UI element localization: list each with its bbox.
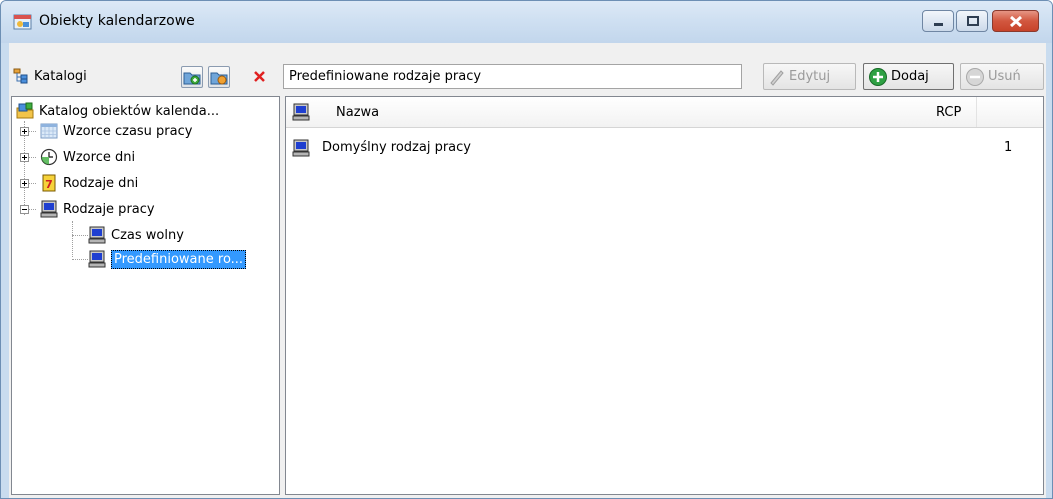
expand-toggle[interactable]: [20, 153, 29, 162]
computer-icon: [40, 200, 58, 218]
window-title: Obiekty kalendarzowe: [39, 13, 195, 29]
tree-item-predefined-work-types[interactable]: Predefiniowane ro...: [88, 249, 247, 269]
tree-item-work-types[interactable]: Rodzaje pracy: [40, 199, 155, 219]
row-rcp: 1: [1004, 140, 1013, 155]
add-folder-icon: [183, 72, 201, 85]
tree-item-label: Wzorce dni: [63, 149, 136, 165]
edit-folder-icon: [210, 72, 228, 85]
collapse-toggle[interactable]: [20, 205, 29, 214]
svg-text:7: 7: [45, 178, 53, 191]
column-divider[interactable]: [976, 97, 977, 127]
column-header-rcp[interactable]: RCP: [936, 105, 961, 120]
computer-icon: [292, 139, 310, 157]
tree-item-day-types[interactable]: 7 Rodzaje dni: [40, 173, 138, 193]
delete-x-icon: [254, 71, 265, 82]
expand-toggle[interactable]: [20, 127, 29, 136]
clock-icon: [40, 148, 58, 166]
minimize-button[interactable]: [922, 10, 954, 32]
edit-button-label: Edytuj: [789, 69, 831, 84]
edit-folder-button[interactable]: [208, 66, 230, 88]
tree-item-day-patterns[interactable]: Wzorce dni: [40, 147, 135, 167]
delete-button-label: Usuń: [988, 69, 1021, 84]
add-plus-icon: [869, 67, 887, 86]
catalog-folder-icon: [16, 102, 34, 119]
remove-minus-icon: [966, 67, 984, 86]
calendar-grid-icon: [40, 123, 58, 139]
edit-button[interactable]: Edytuj: [763, 63, 856, 90]
close-button[interactable]: [992, 10, 1039, 32]
computer-icon: [88, 226, 106, 244]
tree-item-work-time-patterns[interactable]: Wzorce czasu pracy: [40, 121, 192, 141]
calendar-objects-app-icon: [13, 14, 32, 30]
expand-toggle[interactable]: [20, 179, 29, 188]
tree-root-label: Katalog obiektów kalenda...: [39, 103, 220, 119]
tree-item-label-selected: Predefiniowane ro...: [111, 249, 247, 269]
tree-item-label: Rodzaje dni: [63, 175, 139, 191]
computer-icon: [292, 103, 310, 121]
column-header-name[interactable]: Nazwa: [336, 105, 379, 120]
tree-structure-icon: [13, 68, 28, 84]
add-button-label: Dodaj: [891, 69, 929, 84]
tree-item-free-time[interactable]: Czas wolny: [88, 225, 184, 245]
work-types-list[interactable]: Nazwa RCP Domyślny rodzaj pracy 1: [285, 96, 1044, 495]
catalog-tree[interactable]: Katalog obiektów kalenda... Wzorce czasu…: [11, 96, 280, 495]
catalogs-header: Katalogi: [13, 65, 87, 87]
calendar-day-icon: 7: [42, 174, 56, 192]
computer-icon: [88, 250, 106, 268]
catalogs-label: Katalogi: [34, 68, 87, 84]
tree-item-label: Czas wolny: [111, 227, 184, 243]
minimize-icon: [934, 23, 943, 26]
table-row[interactable]: Domyślny rodzaj pracy 1: [286, 137, 1043, 159]
maximize-icon: [967, 16, 979, 26]
tree-item-label: Rodzaje pracy: [63, 201, 155, 217]
row-name: Domyślny rodzaj pracy: [322, 140, 471, 155]
title-bar[interactable]: Obiekty kalendarzowe: [1, 1, 1052, 43]
close-icon: [1009, 15, 1023, 28]
list-header: Nazwa RCP: [286, 97, 1043, 128]
tree-root-node[interactable]: Katalog obiektów kalenda...: [16, 101, 219, 121]
add-button[interactable]: Dodaj: [863, 63, 954, 90]
maximize-button[interactable]: [956, 10, 988, 32]
delete-button[interactable]: Usuń: [960, 63, 1044, 90]
current-catalog-field[interactable]: Predefiniowane rodzaje pracy: [283, 64, 742, 89]
delete-folder-button[interactable]: [250, 66, 272, 88]
app-window: Obiekty kalendarzowe Katalogi Predefinio…: [0, 0, 1053, 499]
pencil-icon: [770, 69, 784, 86]
add-folder-button[interactable]: [181, 66, 203, 88]
tree-item-label: Wzorce czasu pracy: [63, 123, 193, 139]
